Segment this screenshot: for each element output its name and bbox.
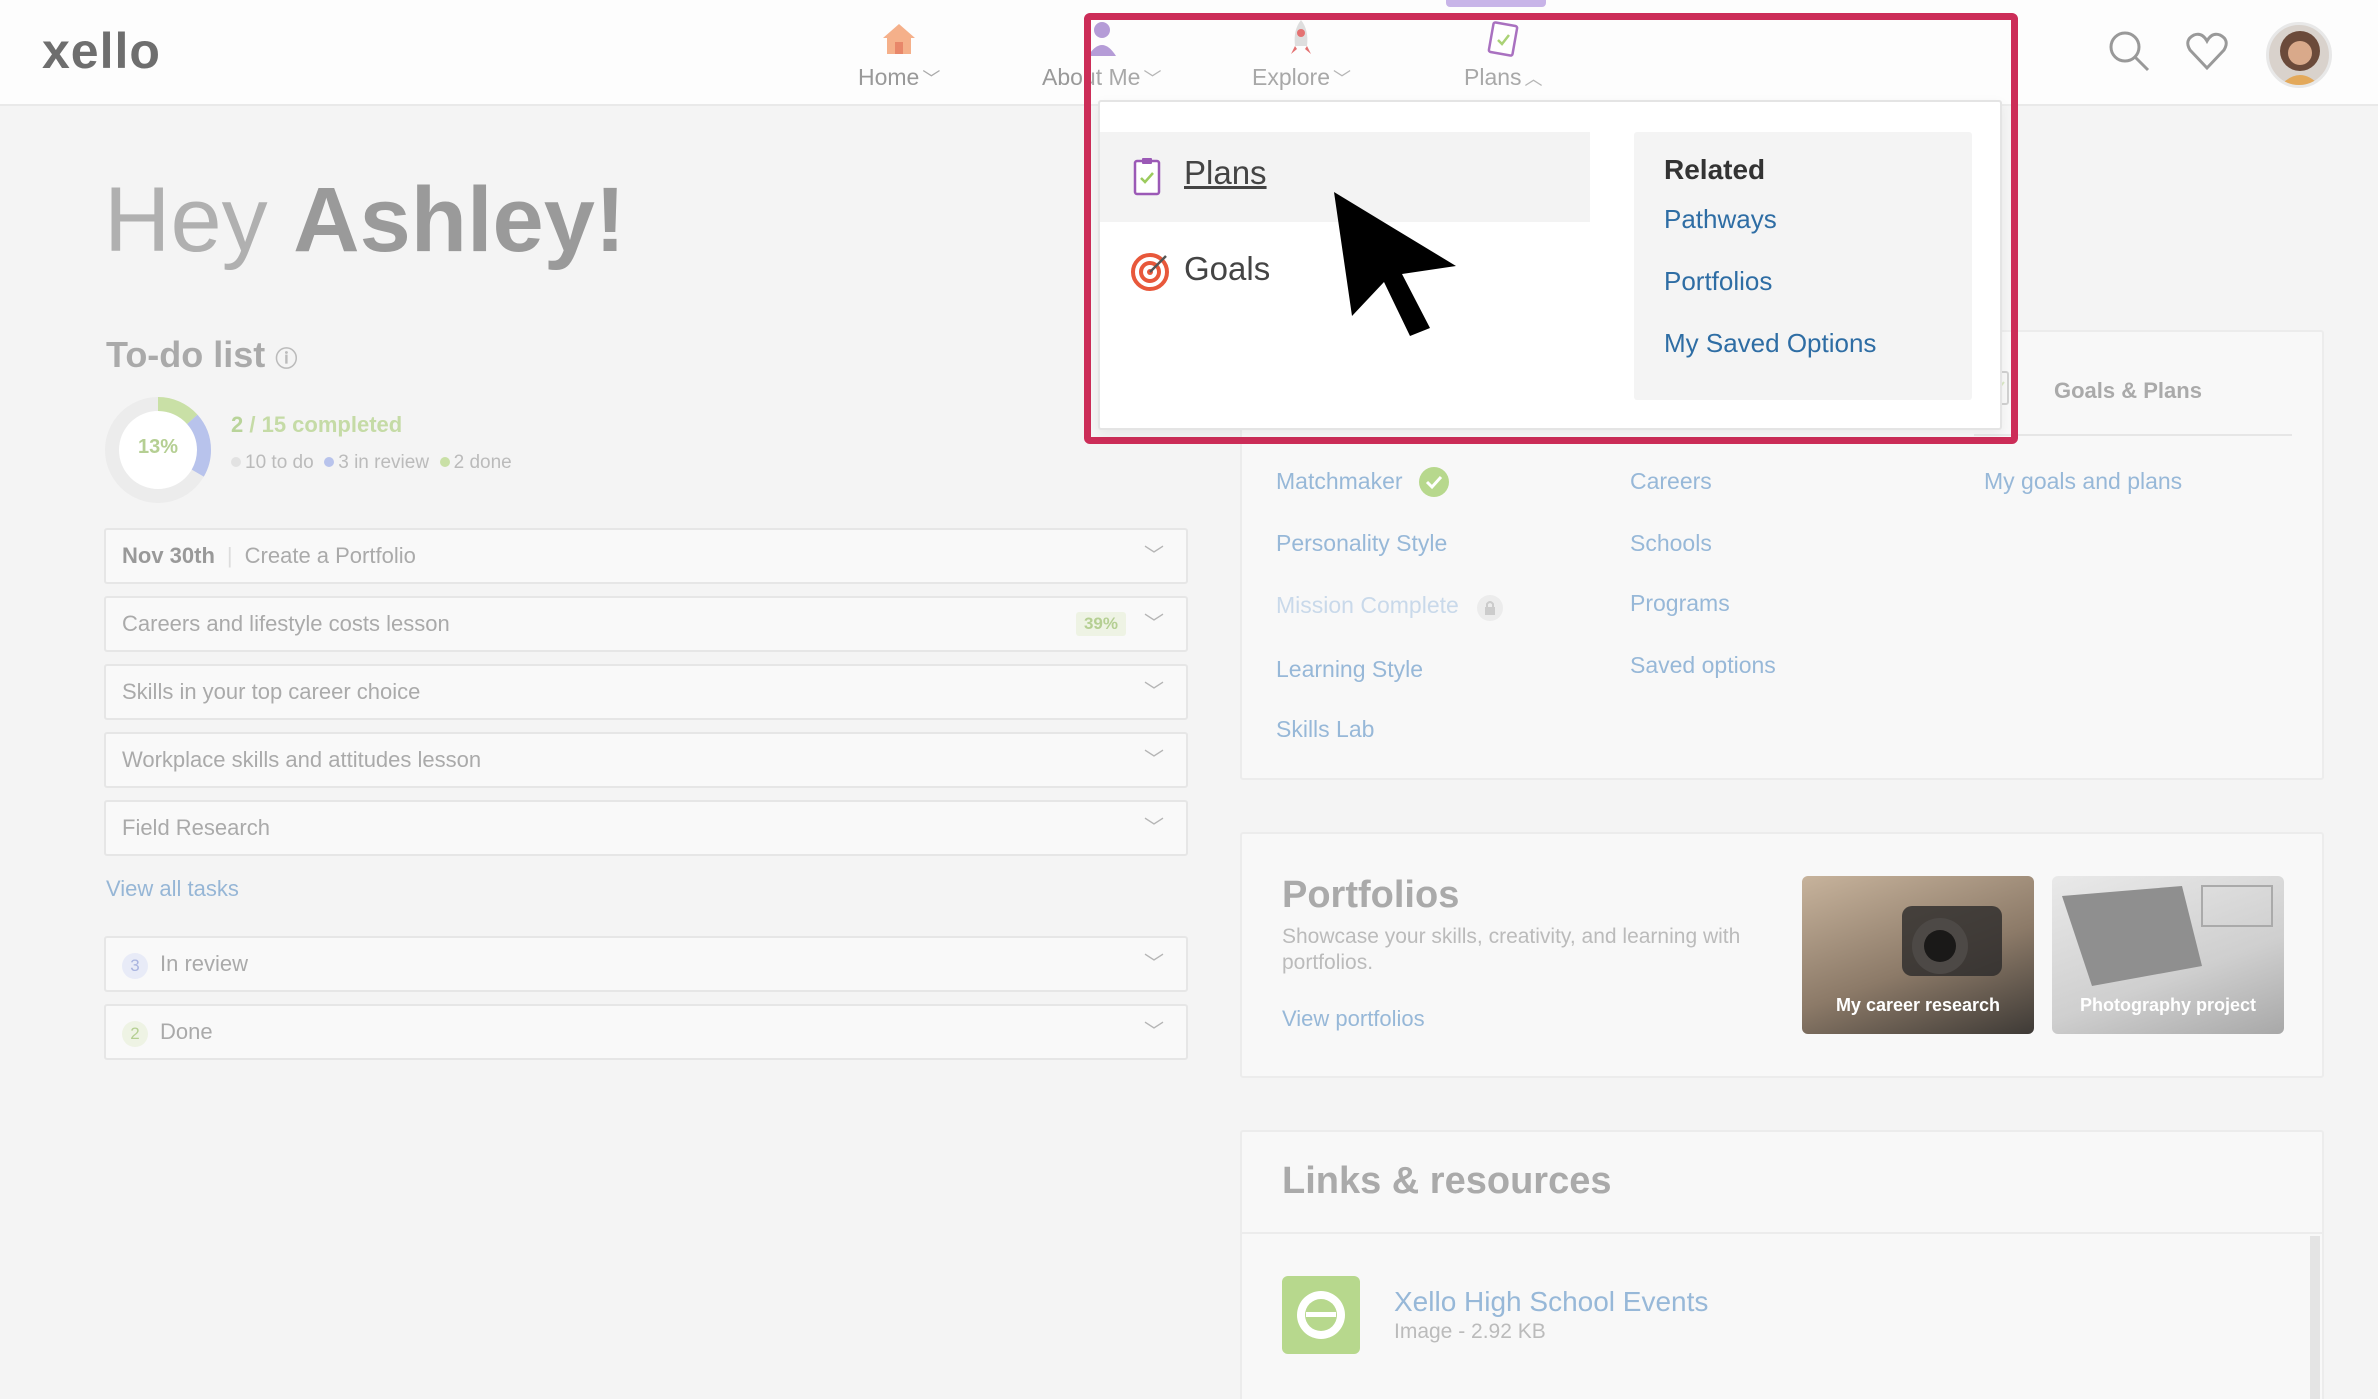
done-accordion[interactable]: 2 Done ﹀ xyxy=(104,1004,1188,1060)
progress-donut: 13% xyxy=(104,396,212,509)
xello-logo[interactable]: xello xyxy=(42,22,161,80)
search-icon[interactable] xyxy=(2106,28,2152,79)
avatar[interactable] xyxy=(2266,22,2332,88)
task-row[interactable]: Field Research ﹀ xyxy=(104,800,1188,856)
resource-meta: Image - 2.92 KB xyxy=(1394,1320,1546,1343)
dropdown-item-label: Plans xyxy=(1184,154,1267,191)
progress-legend: 10 to do 3 in review 2 done xyxy=(231,452,512,474)
review-dot xyxy=(324,457,335,467)
done-count: 2 xyxy=(122,1021,148,1047)
portfolios-link[interactable]: Portfolios xyxy=(1664,266,1772,297)
chevron-down-icon: ﹀ xyxy=(1144,1021,1164,1043)
related-section: Related Pathways Portfolios My Saved Opt… xyxy=(1634,132,1972,400)
house-icon xyxy=(858,16,940,64)
task-label: Workplace skills and attitudes lesson xyxy=(122,747,482,772)
greeting-heading: Hey Ashley! xyxy=(104,168,626,273)
saved-options-link[interactable]: Saved options xyxy=(1630,652,1776,679)
plans-dropdown-menu: Plans Goals Related Pathways Portfolios … xyxy=(1098,100,2002,430)
task-label: Field Research xyxy=(122,815,270,840)
task-row[interactable]: Careers and lifestyle costs lesson 39% ﹀ xyxy=(104,596,1188,652)
greeting-prefix: Hey xyxy=(104,169,294,271)
todo-dot xyxy=(231,457,241,467)
chevron-down-icon: ﹀ xyxy=(1144,545,1164,567)
task-label: Create a Portfolio xyxy=(244,543,416,568)
related-heading: Related xyxy=(1664,154,1766,185)
clipboard-icon xyxy=(1130,156,1164,206)
task-row[interactable]: Nov 30th | Create a Portfolio ﹀ xyxy=(104,528,1188,584)
todo-title-text: To-do list xyxy=(106,334,266,375)
task-label: Careers and lifestyle costs lesson xyxy=(122,611,450,636)
legend-todo: 10 to do xyxy=(245,452,314,473)
done-dot xyxy=(439,457,450,467)
personality-style-link[interactable]: Personality Style xyxy=(1276,530,1447,557)
task-row[interactable]: Skills in your top career choice ﹀ xyxy=(104,664,1188,720)
pathways-link[interactable]: Pathways xyxy=(1664,204,1777,235)
goals-plans-heading: Goals & Plans xyxy=(2054,378,2202,403)
resource-title-link[interactable]: Xello High School Events xyxy=(1394,1286,1708,1318)
learning-style-link[interactable]: Learning Style xyxy=(1276,656,1423,683)
active-tab-indicator xyxy=(1446,0,1546,7)
todo-title: To-do list ⓘ xyxy=(106,334,297,376)
lock-icon xyxy=(1476,594,1504,627)
legend-review: 3 in review xyxy=(338,452,430,473)
view-all-tasks-link[interactable]: View all tasks xyxy=(106,876,239,902)
chevron-down-icon: ﹀ xyxy=(1144,817,1164,839)
in-review-accordion[interactable]: 3 In review ﹀ xyxy=(104,936,1188,992)
completed-total: / 15 completed xyxy=(249,412,403,437)
scrollbar[interactable] xyxy=(2310,1236,2320,1399)
heart-icon[interactable] xyxy=(2184,28,2230,79)
completed-count: 2 xyxy=(231,412,244,437)
in-review-label: In review xyxy=(160,951,249,976)
view-portfolios-link[interactable]: View portfolios xyxy=(1282,1006,1425,1032)
chevron-down-icon: ﹀ xyxy=(1144,953,1164,975)
my-saved-options-link[interactable]: My Saved Options xyxy=(1664,328,1876,359)
mouse-cursor-icon xyxy=(1330,188,1460,343)
portfolio-thumbnail[interactable]: Photography project xyxy=(2052,876,2284,1034)
chevron-down-icon: ﹀ xyxy=(1144,681,1164,703)
divider xyxy=(1242,1232,2322,1234)
task-date: Nov 30th xyxy=(122,543,215,568)
programs-link[interactable]: Programs xyxy=(1630,590,1730,617)
nav-home-label: Home xyxy=(858,64,920,90)
thumbnail-label: My career research xyxy=(1835,995,2001,1015)
completed-summary: 2 / 15 completed xyxy=(231,412,402,438)
portfolios-title: Portfolios xyxy=(1282,874,1460,916)
portfolios-description: Showcase your skills, creativity, and le… xyxy=(1282,925,1741,974)
greeting-name: Ashley! xyxy=(293,169,626,271)
chevron-down-icon: ﹀ xyxy=(1144,613,1164,635)
mission-complete-link: Mission Complete xyxy=(1276,592,1459,618)
matchmaker-link[interactable]: Matchmaker xyxy=(1276,468,1403,495)
careers-link[interactable]: Careers xyxy=(1630,468,1712,495)
dropdown-item-label: Goals xyxy=(1184,250,1271,287)
my-goals-plans-link[interactable]: My goals and plans xyxy=(1984,468,2182,495)
nav-home[interactable]: Home ﹀ xyxy=(858,16,940,91)
schools-link[interactable]: Schools xyxy=(1630,530,1712,557)
links-resources-title: Links & resources xyxy=(1282,1160,1612,1202)
skills-lab-link[interactable]: Skills Lab xyxy=(1276,716,1374,743)
xello-resource-icon xyxy=(1282,1276,1360,1354)
thumbnail-label: Photography project xyxy=(2079,995,2256,1015)
task-progress-badge: 39% xyxy=(1075,612,1126,636)
legend-done: 2 done xyxy=(453,452,512,473)
chevron-down-icon: ﹀ xyxy=(922,69,941,89)
task-label: Skills in your top career choice xyxy=(122,679,421,704)
chevron-down-icon: ﹀ xyxy=(1144,749,1164,771)
in-review-count: 3 xyxy=(122,953,148,979)
info-icon[interactable]: ⓘ xyxy=(275,346,297,371)
divider xyxy=(1974,434,2292,436)
divider: | xyxy=(226,543,233,568)
progress-percent: 13% xyxy=(137,436,179,458)
check-icon xyxy=(1418,466,1450,503)
task-row[interactable]: Workplace skills and attitudes lesson ﹀ xyxy=(104,732,1188,788)
done-label: Done xyxy=(160,1019,213,1044)
portfolio-thumbnail[interactable]: My career research xyxy=(1802,876,2034,1034)
target-icon xyxy=(1130,252,1170,300)
